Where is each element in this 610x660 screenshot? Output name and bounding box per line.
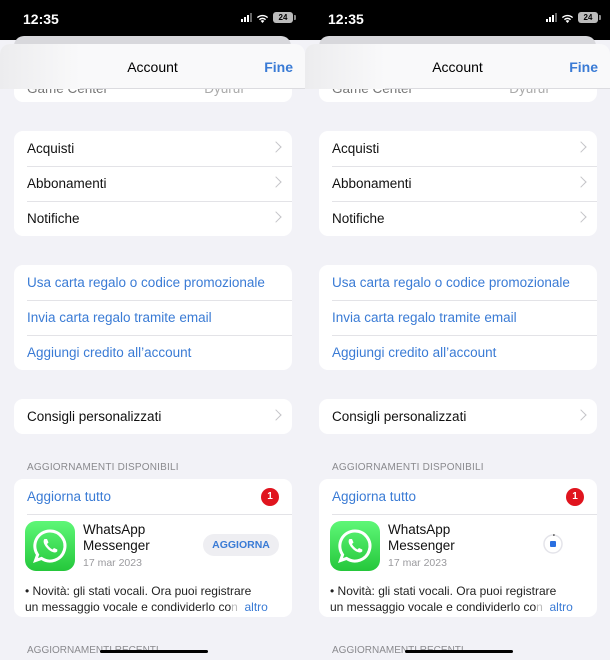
chevron-right-icon: [270, 409, 282, 421]
release-notes: • Novità: gli stati vocali. Ora puoi reg…: [25, 584, 268, 614]
update-count-badge: 1: [566, 488, 584, 506]
account-sheet: Account Fine Game Center Dyuruf Acquisti…: [305, 44, 610, 660]
gift-group: Usa carta regalo o codice promozionale I…: [319, 265, 597, 370]
menu-item-notifiche[interactable]: Notifiche: [319, 201, 597, 236]
stop-icon: [550, 541, 556, 547]
app-date: 17 mar 2023: [83, 557, 142, 569]
menu-item-consigli[interactable]: Consigli personalizzati: [319, 399, 597, 434]
chevron-right-icon: [575, 409, 587, 421]
menu-group: Acquisti Abbonamenti Notifiche: [14, 131, 292, 236]
whatsapp-app-icon: [330, 521, 380, 571]
add-credit-link[interactable]: Aggiungi credito all’account: [14, 335, 292, 370]
chevron-right-icon: [270, 211, 282, 223]
updates-card: Aggiorna tutto 1 WhatsApp Messenger 17 m…: [14, 479, 292, 617]
status-time: 12:35: [23, 11, 59, 27]
chevron-right-icon: [575, 211, 587, 223]
cellular-signal-icon: [241, 13, 252, 22]
navbar: Account Fine: [0, 44, 305, 89]
screen-before-update: 12:35 24 Account Fine Game Center Dyuruf…: [0, 0, 305, 660]
page-title: Account: [432, 59, 483, 75]
status-time: 12:35: [328, 11, 364, 27]
update-all-button[interactable]: Aggiorna tutto 1: [319, 479, 597, 514]
update-count-badge: 1: [261, 488, 279, 506]
battery-icon: 24: [273, 12, 296, 23]
more-link[interactable]: altro: [549, 600, 572, 614]
menu-group: Acquisti Abbonamenti Notifiche: [319, 131, 597, 236]
recommendations-group: Consigli personalizzati: [319, 399, 597, 434]
chevron-right-icon: [270, 176, 282, 188]
update-all-button[interactable]: Aggiorna tutto 1: [14, 479, 292, 514]
navbar: Account Fine: [305, 44, 610, 89]
menu-item-acquisti[interactable]: Acquisti: [319, 131, 597, 166]
release-notes: • Novità: gli stati vocali. Ora puoi reg…: [330, 584, 573, 614]
add-credit-link[interactable]: Aggiungi credito all’account: [319, 335, 597, 370]
stop-download-button[interactable]: [542, 533, 564, 555]
done-button[interactable]: Fine: [569, 59, 598, 75]
status-bar: 12:35 24: [305, 0, 610, 40]
menu-item-acquisti[interactable]: Acquisti: [14, 131, 292, 166]
app-name: WhatsApp Messenger: [388, 522, 455, 553]
wifi-icon: [256, 14, 269, 23]
account-sheet: Account Fine Game Center Dyuruf Acquisti…: [0, 44, 305, 660]
home-indicator[interactable]: [100, 650, 208, 653]
cellular-signal-icon: [546, 13, 557, 22]
send-gift-card-link[interactable]: Invia carta regalo tramite email: [14, 300, 292, 335]
app-date: 17 mar 2023: [388, 557, 447, 569]
home-indicator[interactable]: [405, 650, 513, 653]
wifi-icon: [561, 14, 574, 23]
page-title: Account: [127, 59, 178, 75]
whatsapp-app-icon: [25, 521, 75, 571]
chevron-right-icon: [270, 141, 282, 153]
game-center-row[interactable]: Game Center Dyuruf: [319, 88, 597, 102]
chevron-right-icon: [575, 176, 587, 188]
chevron-right-icon: [575, 141, 587, 153]
status-bar: 12:35 24: [0, 0, 305, 40]
section-header-updates: AGGIORNAMENTI DISPONIBILI: [27, 462, 179, 473]
done-button[interactable]: Fine: [264, 59, 293, 75]
redeem-gift-card-link[interactable]: Usa carta regalo o codice promozionale: [319, 265, 597, 300]
section-header-updates: AGGIORNAMENTI DISPONIBILI: [332, 462, 484, 473]
app-name: WhatsApp Messenger: [83, 522, 150, 553]
send-gift-card-link[interactable]: Invia carta regalo tramite email: [319, 300, 597, 335]
menu-item-abbonamenti[interactable]: Abbonamenti: [319, 166, 597, 201]
screen-during-update: 12:35 24 Account Fine Game Center Dyuruf…: [305, 0, 610, 660]
app-update-row[interactable]: WhatsApp Messenger 17 mar 2023 AGGIORNA …: [14, 514, 292, 617]
game-center-row[interactable]: Game Center Dyuruf: [14, 88, 292, 102]
more-link[interactable]: altro: [244, 600, 267, 614]
battery-icon: 24: [578, 12, 601, 23]
gift-group: Usa carta regalo o codice promozionale I…: [14, 265, 292, 370]
menu-item-abbonamenti[interactable]: Abbonamenti: [14, 166, 292, 201]
menu-item-consigli[interactable]: Consigli personalizzati: [14, 399, 292, 434]
app-update-row[interactable]: WhatsApp Messenger 17 mar 2023 • Novità:…: [319, 514, 597, 617]
update-app-button[interactable]: AGGIORNA: [203, 534, 279, 556]
menu-item-notifiche[interactable]: Notifiche: [14, 201, 292, 236]
recommendations-group: Consigli personalizzati: [14, 399, 292, 434]
redeem-gift-card-link[interactable]: Usa carta regalo o codice promozionale: [14, 265, 292, 300]
updates-card: Aggiorna tutto 1 WhatsApp Messenger 17 m…: [319, 479, 597, 617]
